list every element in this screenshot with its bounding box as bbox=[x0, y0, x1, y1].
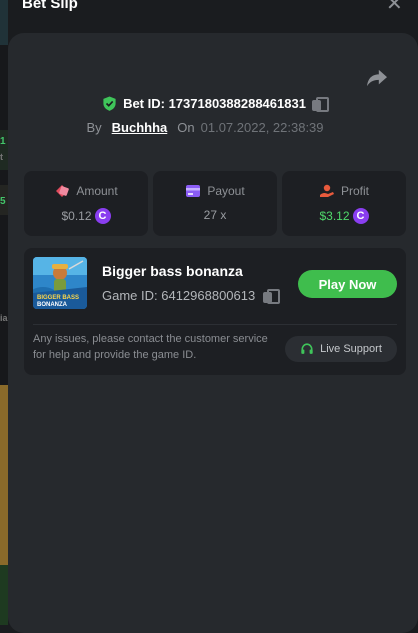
by-label: By bbox=[86, 120, 102, 135]
background-text: ial bbox=[0, 313, 8, 323]
coin-icon: C bbox=[352, 208, 369, 224]
payout-label: Payout bbox=[207, 184, 245, 198]
help-text: Any issues, please contact the customer … bbox=[33, 333, 268, 361]
modal-title: Bet Slip bbox=[22, 0, 78, 12]
game-thumbnail[interactable]: BIGGER BASS BONANZA bbox=[33, 257, 87, 309]
copy-icon[interactable] bbox=[263, 288, 281, 304]
divider bbox=[33, 324, 397, 325]
background-strip bbox=[0, 385, 8, 565]
headset-icon bbox=[301, 343, 313, 354]
amount-label: Amount bbox=[76, 184, 118, 198]
copy-icon[interactable] bbox=[311, 96, 329, 112]
close-icon[interactable]: ✕ bbox=[386, 0, 403, 14]
amount-value: $0.12 bbox=[61, 209, 92, 223]
share-icon[interactable] bbox=[366, 68, 388, 88]
background-strip bbox=[0, 565, 8, 625]
modal-header: Bet Slip ✕ bbox=[0, 0, 418, 14]
verified-shield-icon bbox=[102, 96, 117, 111]
background-text: 5 bbox=[0, 196, 6, 207]
live-support-label: Live Support bbox=[320, 343, 382, 355]
payout-icon bbox=[186, 185, 201, 197]
amount-icon bbox=[56, 185, 70, 197]
user-link[interactable]: Buchhha bbox=[112, 120, 168, 135]
game-id: Game ID: 6412968800613 bbox=[102, 288, 256, 303]
bet-date: 01.07.2022, 22:38:39 bbox=[200, 120, 324, 135]
profit-label: Profit bbox=[340, 184, 369, 198]
live-support-button[interactable]: Live Support bbox=[285, 336, 397, 362]
background-text: 1 bbox=[0, 136, 6, 147]
svg-text:BONANZA: BONANZA bbox=[37, 302, 68, 308]
profit-icon bbox=[319, 184, 334, 197]
game-id-row: Game ID: 6412968800613 bbox=[102, 288, 281, 304]
on-label: On bbox=[177, 120, 195, 135]
game-card: BIGGER BASS BONANZA Bigger bass bonanza … bbox=[24, 248, 406, 375]
svg-text:BIGGER BASS: BIGGER BASS bbox=[37, 295, 79, 301]
bet-id-row: Bet ID: 173718038828846183​1 bbox=[5, 96, 418, 112]
bet-meta-row: By Buchhha On 01.07.2022, 22:38:39 bbox=[0, 120, 414, 135]
payout-stat: Payout 27 x bbox=[153, 171, 277, 236]
bet-id: Bet ID: 173718038828846183​1 bbox=[123, 96, 306, 111]
amount-stat: Amount $0.12 C bbox=[24, 171, 148, 236]
profit-stat: Profit $3.12 C bbox=[282, 171, 406, 236]
background-text: t bbox=[0, 152, 3, 162]
payout-value: 27 x bbox=[203, 208, 227, 222]
background-page: 1 t 5 ial bbox=[0, 0, 8, 625]
game-title[interactable]: Bigger bass bonanza bbox=[102, 263, 243, 279]
coin-icon: C bbox=[94, 208, 111, 224]
play-now-button[interactable]: Play Now bbox=[298, 270, 397, 298]
profit-value: $3.12 bbox=[319, 209, 350, 223]
